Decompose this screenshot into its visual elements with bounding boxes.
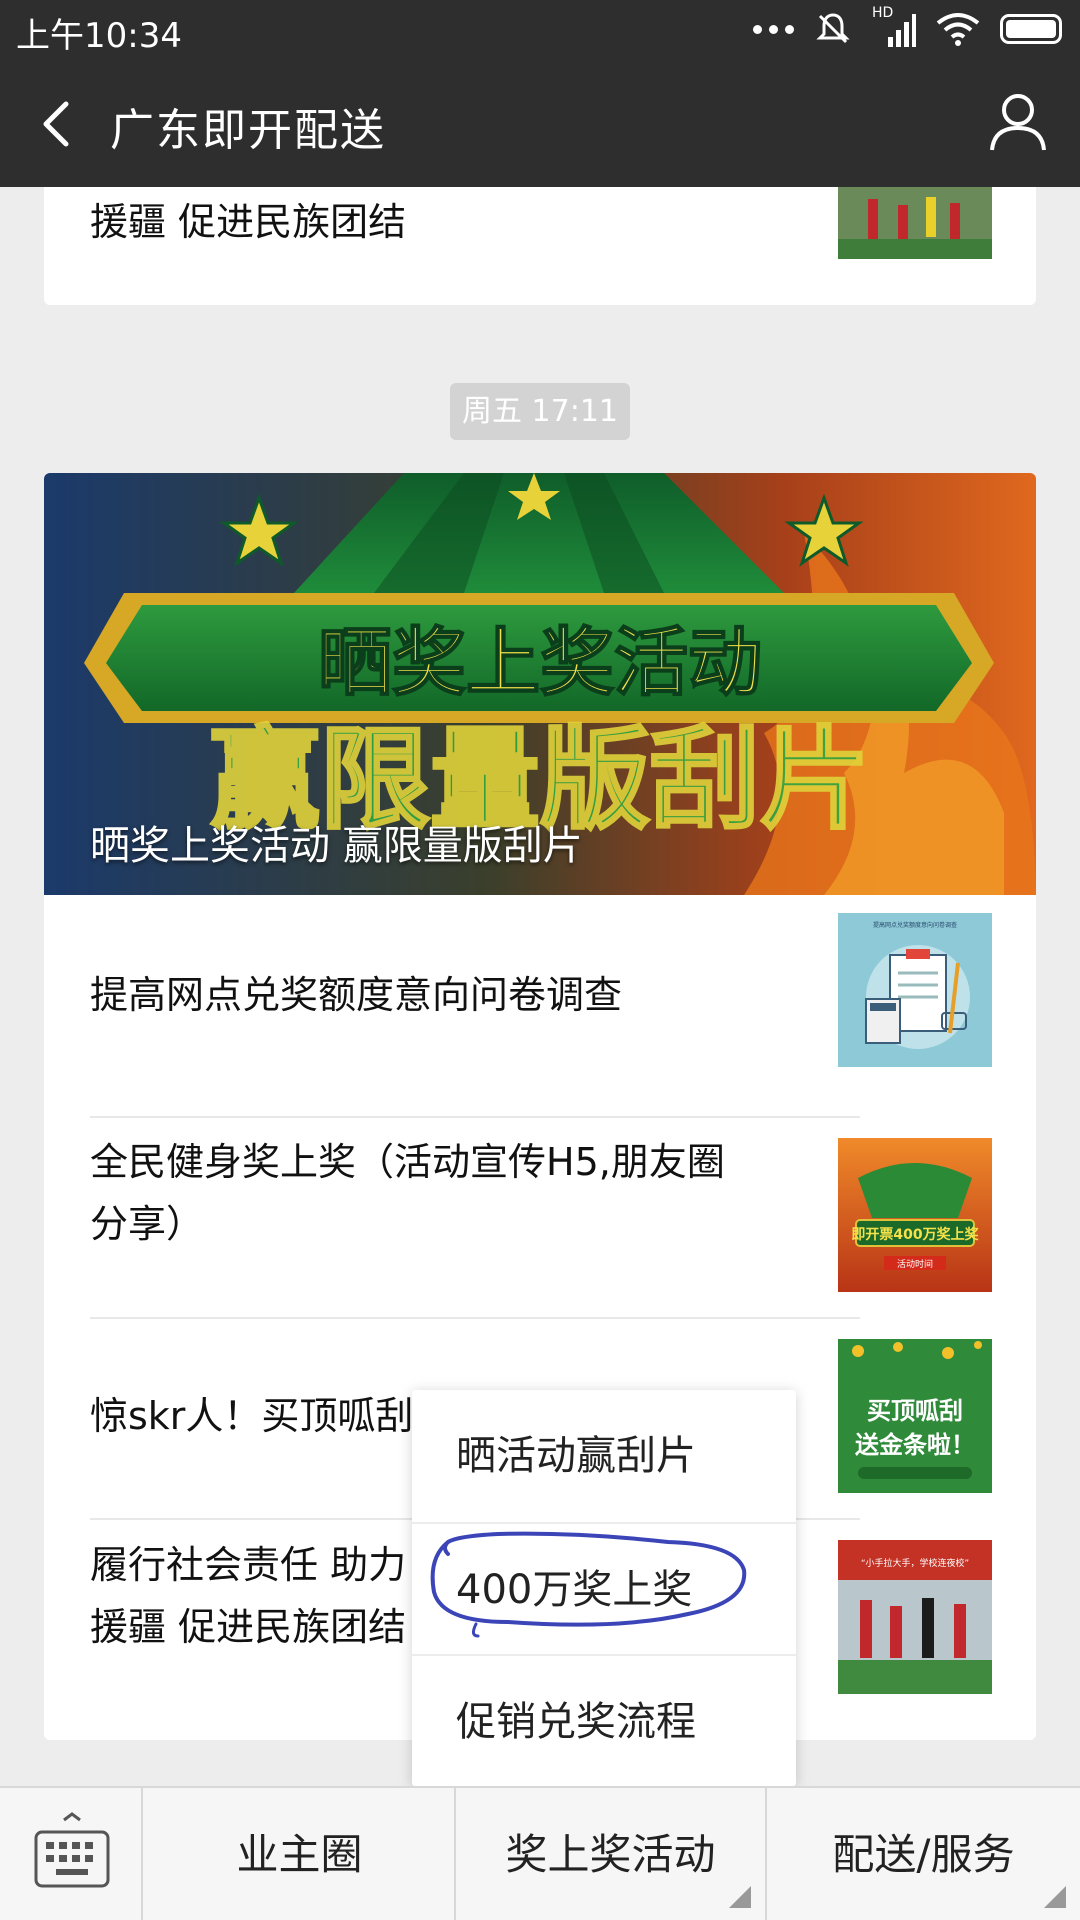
article-thumbnail-football: “小手拉大手，学校连夜校” (838, 1540, 992, 1694)
bottom-menu-bar: 业主圈 奖上奖活动 配送/服务 (0, 1786, 1080, 1920)
banner-headline-1: 晒奖上奖活动 (318, 620, 762, 706)
submenu-indicator-icon (1044, 1886, 1066, 1908)
signal-icon: HD (872, 5, 916, 47)
hand-drawn-circle-annotation (430, 1531, 747, 1638)
article-thumbnail-gold: 买顶呱刮 送金条啦！ (838, 1339, 992, 1493)
article-title: 提高网点兑奖额度意向问卷调查 (90, 973, 623, 1017)
previous-article-card[interactable]: 援疆 促进民族团结 (44, 187, 1036, 305)
featured-article-banner[interactable]: 晒奖上奖活动 赢限量版刮片 晒奖上奖活动 赢限量版刮片 (44, 473, 1036, 895)
nav-bar: 广东即开配送 (0, 56, 1080, 187)
silent-mode-icon (816, 13, 850, 44)
menu-tab-delivery-service[interactable]: 配送/服务 (767, 1788, 1080, 1920)
menu-tab-prize-activity-label: 奖上奖活动 (505, 1830, 716, 1879)
status-bar: 上午10:34 HD (0, 0, 1080, 56)
previous-article-thumbnail (838, 187, 992, 259)
battery-icon (1000, 14, 1062, 44)
wifi-icon (936, 13, 980, 46)
more-notifications-icon (753, 24, 794, 34)
article-title-line2: 援疆 促进民族团结 (90, 1605, 407, 1649)
article-title: 全民健身奖上奖（活动宣传H5,朋友圈 分享） (90, 1131, 725, 1255)
article-item-fitness[interactable]: 全民健身奖上奖（活动宣传H5,朋友圈 分享） 即开票400万奖上奖 活动时间 (44, 1118, 1036, 1316)
back-arrow-icon[interactable] (30, 94, 90, 154)
article-title: 惊skr人！买顶呱刮 (90, 1394, 414, 1438)
svg-text:即开票400万奖上奖: 即开票400万奖上奖 (851, 1226, 979, 1243)
submenu-popup: 晒活动赢刮片 400万奖上奖 促销兑奖流程 (412, 1390, 796, 1786)
article-thumbnail-fitness: 即开票400万奖上奖 活动时间 (838, 1138, 992, 1292)
article-title-line1: 履行社会责任 助力 (90, 1543, 407, 1587)
svg-text:提高网点兑奖额度意向问卷调查: 提高网点兑奖额度意向问卷调查 (873, 921, 957, 929)
submenu-item-redeem-process[interactable]: 促销兑奖流程 (412, 1656, 796, 1788)
message-timestamp: 周五 17:11 (450, 383, 630, 440)
svg-text:送金条啦！: 送金条啦！ (855, 1431, 975, 1459)
menu-tab-prize-activity[interactable]: 奖上奖活动 (456, 1788, 765, 1920)
keyboard-icon (34, 1812, 110, 1888)
submenu-indicator-icon (729, 1886, 751, 1908)
svg-text:活动时间: 活动时间 (897, 1258, 933, 1270)
featured-article-title: 晒奖上奖活动 赢限量版刮片 (90, 823, 583, 869)
article-title: 履行社会责任 助力 援疆 促进民族团结 (90, 1534, 406, 1658)
menu-tab-owner-circle[interactable]: 业主圈 (145, 1788, 454, 1920)
svg-text:买顶呱刮: 买顶呱刮 (867, 1397, 963, 1425)
article-thumbnail-survey: 提高网点兑奖额度意向问卷调查 (838, 913, 992, 1067)
menu-tab-delivery-service-label: 配送/服务 (832, 1830, 1015, 1879)
article-title-line1: 全民健身奖上奖（活动宣传H5,朋友圈 (90, 1140, 725, 1184)
keyboard-toggle[interactable] (0, 1788, 143, 1920)
profile-icon[interactable] (986, 90, 1050, 154)
submenu-item-share-win[interactable]: 晒活动赢刮片 (412, 1390, 796, 1522)
status-time: 上午10:34 (16, 16, 182, 56)
article-item-survey[interactable]: 提高网点兑奖额度意向问卷调查 提高网点兑奖额度意向问卷调查 (44, 895, 1036, 1095)
account-title: 广东即开配送 (110, 105, 386, 156)
status-icons: HD (753, 5, 1062, 48)
svg-text:“小手拉大手，学校连夜校”: “小手拉大手，学校连夜校” (861, 1557, 969, 1569)
previous-article-title: 援疆 促进民族团结 (90, 200, 407, 244)
article-title-line2: 分享） (90, 1202, 205, 1246)
